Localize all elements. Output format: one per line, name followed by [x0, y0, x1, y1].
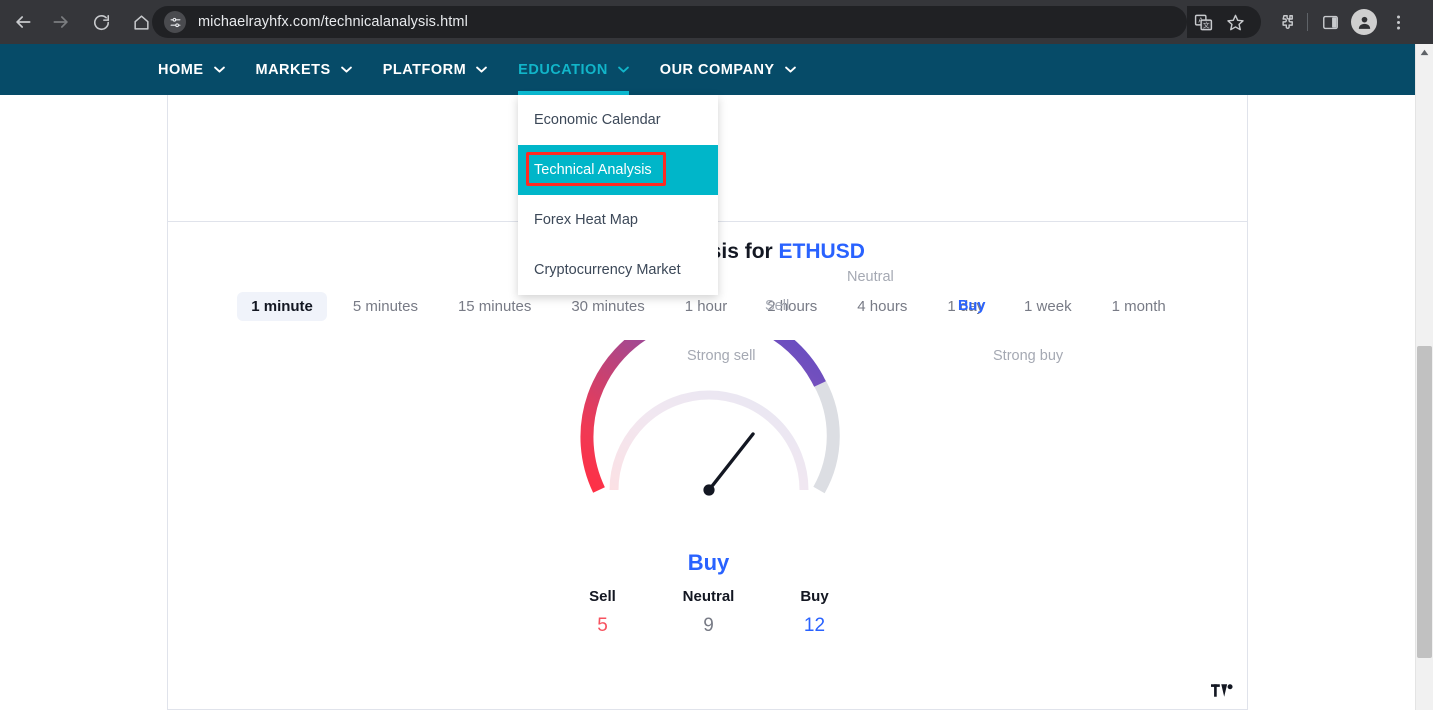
signal-counters: Sell 5 Neutral 9 Buy 12	[168, 588, 1249, 637]
address-bar-url: michaelrayhfx.com/technicalanalysis.html	[198, 14, 468, 30]
gauge-label-buy: Buy	[958, 298, 986, 314]
tab-15-minutes[interactable]: 15 minutes	[444, 292, 545, 321]
scroll-up-arrow-icon[interactable]	[1416, 44, 1433, 61]
counter-label: Buy	[800, 588, 829, 605]
profile-avatar-icon	[1358, 16, 1370, 29]
counter-label: Sell	[589, 588, 616, 605]
address-bar[interactable]: michaelrayhfx.com/technicalanalysis.html	[152, 6, 1187, 38]
counter-sell: Sell 5	[575, 588, 631, 637]
interval-tabs: 1 minute 5 minutes 15 minutes 30 minutes…	[168, 292, 1249, 321]
address-bar-actions: A 文	[1187, 6, 1261, 38]
chevron-down-icon	[213, 66, 225, 73]
browser-actions	[1268, 0, 1415, 44]
chevron-down-icon	[784, 66, 796, 73]
nav-item-markets[interactable]: MARKETS	[256, 44, 352, 95]
counter-value: 9	[703, 615, 714, 636]
analysis-symbol: ETHUSD	[778, 240, 865, 263]
tab-1-minute[interactable]: 1 minute	[237, 292, 327, 321]
forward-arrow-icon	[53, 16, 68, 28]
tab-1-month[interactable]: 1 month	[1098, 292, 1180, 321]
chevron-down-icon	[617, 66, 629, 73]
nav-items: HOME MARKETS PLATFORM EDUCATION OUR COMP…	[158, 44, 827, 95]
nav-item-our-company[interactable]: OUR COMPANY	[660, 44, 796, 95]
sliders-icon	[170, 17, 180, 27]
gauge-label-neutral: Neutral	[847, 269, 894, 285]
gauge-label-sell: Sell	[765, 298, 790, 314]
tab-4-hours[interactable]: 4 hours	[843, 292, 921, 321]
back-arrow-icon	[16, 16, 31, 28]
bookmark-button[interactable]	[1219, 8, 1251, 36]
reload-button[interactable]	[84, 5, 118, 39]
dropdown-item-cryptocurrency-market[interactable]: Cryptocurrency Market	[518, 245, 718, 295]
tab-1-hour[interactable]: 1 hour	[671, 292, 742, 321]
translate-button[interactable]: A 文	[1187, 8, 1219, 36]
puzzle-piece-icon	[1281, 14, 1293, 29]
back-button[interactable]	[6, 5, 40, 39]
tradingview-logo-icon	[1205, 679, 1239, 701]
chevron-down-icon	[340, 66, 352, 73]
nav-item-platform[interactable]: PLATFORM	[382, 44, 488, 95]
tab-30-minutes[interactable]: 30 minutes	[557, 292, 658, 321]
reload-icon	[93, 14, 109, 30]
counter-buy: Buy 12	[787, 588, 843, 637]
gauge-label-strong-sell: Strong sell	[687, 348, 756, 364]
browser-toolbar: michaelrayhfx.com/technicalanalysis.html…	[0, 0, 1433, 44]
nav-item-label: PLATFORM	[382, 61, 467, 78]
profile-button[interactable]	[1347, 5, 1381, 39]
three-dot-menu-icon	[1396, 14, 1400, 30]
nav-item-label: EDUCATION	[518, 61, 608, 78]
site-navigation-bar: HOME MARKETS PLATFORM EDUCATION OUR COMP…	[0, 44, 1415, 95]
tab-5-minutes[interactable]: 5 minutes	[339, 292, 432, 321]
page-scrollbar[interactable]	[1415, 44, 1433, 710]
nav-item-label: HOME	[158, 61, 204, 78]
toolbar-divider	[1307, 13, 1308, 31]
svg-text:文: 文	[1202, 20, 1209, 29]
nav-item-education[interactable]: EDUCATION	[518, 44, 629, 95]
dropdown-item-label: Technical Analysis	[534, 162, 652, 178]
page-viewport: HOME MARKETS PLATFORM EDUCATION OUR COMP…	[0, 44, 1415, 710]
nav-item-home[interactable]: HOME	[158, 44, 225, 95]
nav-item-label: OUR COMPANY	[659, 61, 775, 78]
site-settings-icon[interactable]	[164, 11, 186, 33]
gauge-label-strong-buy: Strong buy	[993, 348, 1064, 364]
chrome-menu-button[interactable]	[1381, 5, 1415, 39]
education-dropdown-menu: Economic Calendar Technical Analysis For…	[518, 95, 718, 295]
gauge-verdict: Buy	[687, 550, 730, 575]
gauge-needle	[702, 432, 755, 496]
dropdown-item-forex-heat-map[interactable]: Forex Heat Map	[518, 195, 718, 245]
counter-value: 5	[597, 615, 608, 636]
counter-value: 12	[803, 615, 826, 636]
counter-label: Neutral	[682, 588, 735, 605]
tab-1-week[interactable]: 1 week	[1010, 292, 1086, 321]
gauge-arc	[579, 340, 840, 496]
translate-icon: A 文	[1194, 14, 1212, 30]
chevron-down-icon	[476, 66, 488, 73]
dropdown-item-technical-analysis[interactable]: Technical Analysis	[518, 145, 718, 195]
home-icon	[133, 14, 149, 30]
extensions-button[interactable]	[1268, 5, 1302, 39]
dropdown-item-economic-calendar[interactable]: Economic Calendar	[518, 95, 718, 145]
avatar	[1351, 9, 1377, 35]
side-panel-icon	[1322, 15, 1338, 29]
star-icon	[1226, 14, 1244, 30]
sentiment-gauge: Strong sell Sell Neutral Buy Strong buy …	[168, 269, 1249, 580]
tradingview-logo-main[interactable]	[1205, 679, 1239, 701]
forward-button[interactable]	[44, 5, 78, 39]
nav-item-label: MARKETS	[255, 61, 331, 78]
side-panel-button[interactable]	[1313, 5, 1347, 39]
counter-neutral: Neutral 9	[681, 588, 737, 637]
scrollbar-thumb[interactable]	[1417, 346, 1432, 658]
